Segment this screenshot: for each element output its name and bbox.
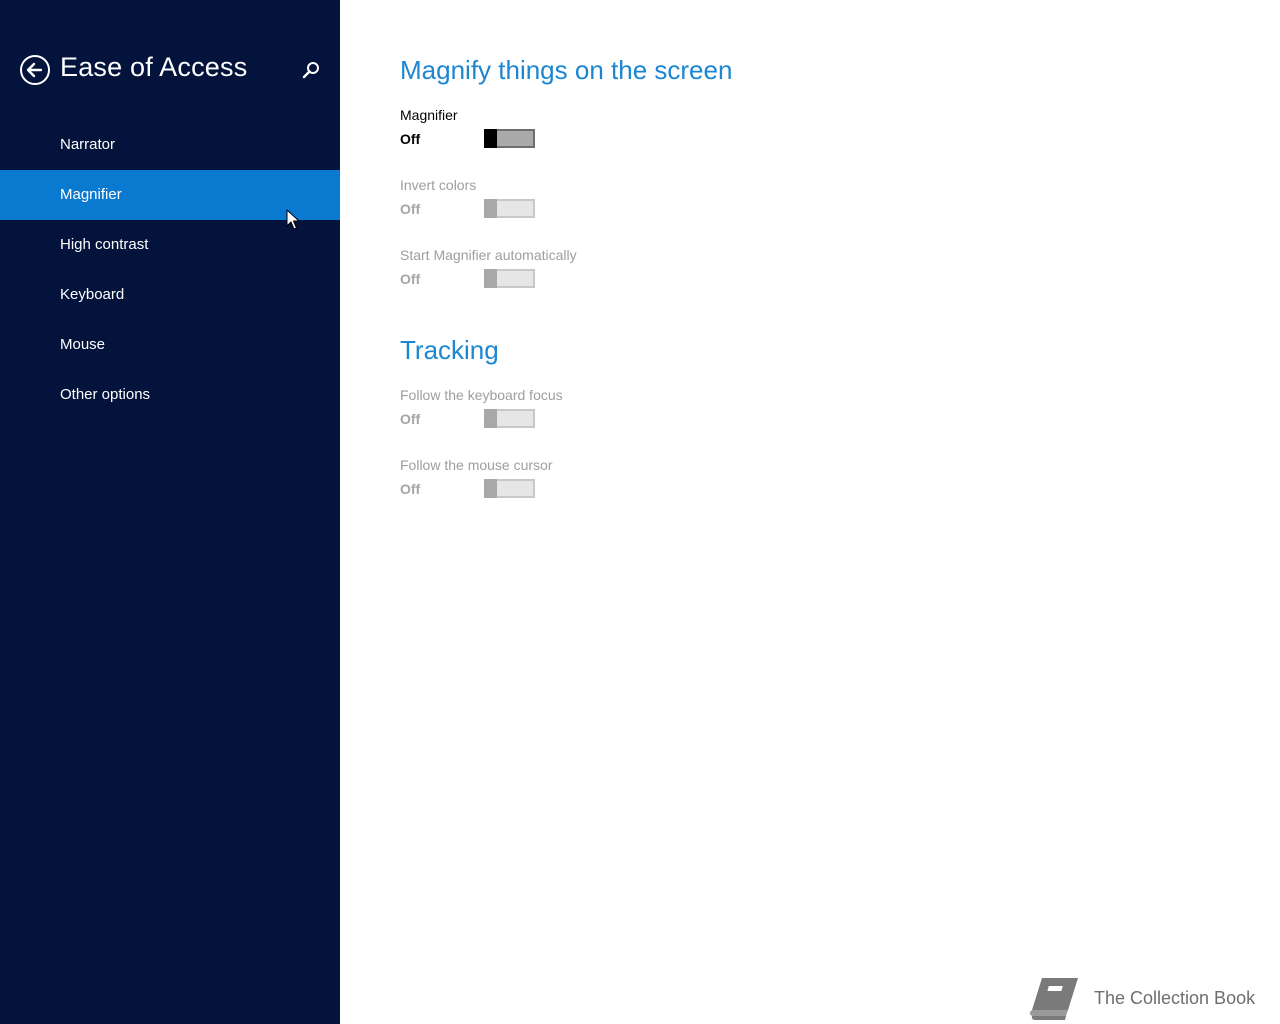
sidebar-item-mouse[interactable]: Mouse [0,320,340,370]
search-icon[interactable] [300,59,322,81]
setting-label: Follow the mouse cursor [400,457,553,473]
book-icon [1029,978,1078,1020]
setting-state: Off [400,131,421,147]
sidebar-nav: Narrator Magnifier High contrast Keyboar… [0,120,340,420]
setting-invert-colors: Invert colors Off [400,177,700,227]
toggle-thumb [484,269,497,288]
toggle-thumb [484,479,497,498]
toggle-thumb [484,129,497,148]
section-title-magnify: Magnify things on the screen [400,55,733,85]
setting-state: Off [400,481,421,497]
sidebar-item-other-options[interactable]: Other options [0,370,340,420]
setting-label: Start Magnifier automatically [400,247,577,263]
magnifier-toggle[interactable] [484,129,535,148]
invert-colors-toggle[interactable] [484,199,535,218]
settings-window: Ease of Access Narrator Magnifier High c… [0,0,1280,1024]
setting-state: Off [400,201,421,217]
back-arrow-circle-icon[interactable] [19,54,51,86]
follow-mouse-cursor-toggle[interactable] [484,479,535,498]
sidebar-item-narrator[interactable]: Narrator [0,120,340,170]
start-magnifier-automatically-toggle[interactable] [484,269,535,288]
setting-follow-mouse-cursor: Follow the mouse cursor Off [400,457,700,507]
watermark-text: The Collection Book [1094,988,1256,1008]
setting-magnifier: Magnifier Off [400,107,700,157]
sidebar-item-keyboard[interactable]: Keyboard [0,270,340,320]
setting-follow-keyboard-focus: Follow the keyboard focus Off [400,387,700,437]
sidebar-title: Ease of Access [60,52,248,82]
setting-state: Off [400,411,421,427]
toggle-thumb [484,409,497,428]
setting-label: Follow the keyboard focus [400,387,563,403]
setting-label: Magnifier [400,107,458,123]
setting-state: Off [400,271,421,287]
setting-start-magnifier-automatically: Start Magnifier automatically Off [400,247,700,297]
mouse-pointer-icon [286,209,300,230]
setting-label: Invert colors [400,177,477,193]
sidebar: Ease of Access Narrator Magnifier High c… [0,0,340,1024]
section-title-tracking: Tracking [400,335,499,365]
follow-keyboard-focus-toggle[interactable] [484,409,535,428]
toggle-thumb [484,199,497,218]
